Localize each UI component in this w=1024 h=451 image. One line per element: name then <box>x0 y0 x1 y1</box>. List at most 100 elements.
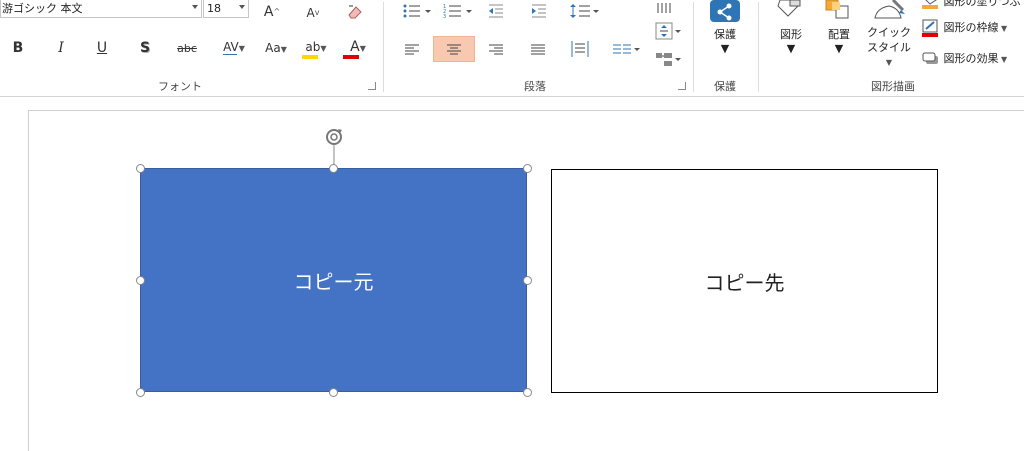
shape-copy-source-text: コピー元 <box>293 269 374 294</box>
font-name-dropdown-icon[interactable] <box>192 5 198 9</box>
protect-dropdown-icon: ▼ <box>720 42 730 55</box>
numbering-icon: 123 <box>443 4 472 20</box>
quick-styles-button[interactable]: クイック スタイル ▼ <box>863 0 915 67</box>
bullets-button[interactable] <box>402 3 432 19</box>
protect-button-label: 保護 <box>714 28 736 41</box>
numbering-button[interactable]: 123 <box>443 3 473 20</box>
svg-text:3: 3 <box>443 14 446 19</box>
grow-font-icon: A <box>263 4 274 20</box>
decrease-indent-icon <box>489 4 503 18</box>
bullets-icon <box>403 4 431 18</box>
line-spacing-button[interactable] <box>570 3 600 19</box>
shape-copy-destination-text: コピー先 <box>704 270 785 295</box>
font-group-label: フォント <box>158 80 202 93</box>
distributed-icon <box>571 41 589 57</box>
ribbon: 游ゴシック 本文 18 A^ Av B I U S abc AV▼ Aa▼ ab… <box>0 0 1024 97</box>
text-direction-icon <box>657 3 671 13</box>
paint-bucket-icon <box>922 0 938 9</box>
group-separator <box>758 2 759 92</box>
shapes-button[interactable]: 図形 ▼ <box>770 0 812 64</box>
shapes-dropdown-icon: ▼ <box>786 42 796 55</box>
highlight-button[interactable]: ab▼ <box>300 38 332 59</box>
arrange-dropdown-icon: ▼ <box>834 42 844 55</box>
font-size-combobox[interactable]: 18 <box>203 0 249 18</box>
justify-icon <box>531 44 545 55</box>
protect-button[interactable]: 保護 ▼ <box>704 0 746 64</box>
font-name-combobox[interactable]: 游ゴシック 本文 <box>0 0 202 18</box>
shape-effects-button[interactable]: 図形の効果 ▼ <box>920 50 1024 68</box>
resize-handle-top[interactable] <box>329 164 338 173</box>
change-case-button[interactable]: Aa▼ <box>262 39 290 59</box>
drawing-group-label: 図形描画 <box>871 80 915 93</box>
underline-button[interactable]: U <box>94 39 110 57</box>
align-center-icon <box>447 44 461 55</box>
columns-icon <box>613 44 640 54</box>
shape-effects-icon <box>922 52 938 64</box>
protect-group-label: 保護 <box>714 80 736 93</box>
strikethrough-button[interactable]: abc <box>175 40 199 58</box>
character-spacing-button[interactable]: AV▼ <box>220 38 248 58</box>
group-separator <box>383 2 384 92</box>
eraser-icon <box>348 5 362 19</box>
line-spacing-icon <box>570 4 599 18</box>
shapes-button-label: 図形 <box>780 28 802 41</box>
quick-styles-label-line2: スタイル ▼ <box>867 41 911 67</box>
arrange-button-label: 配置 <box>828 28 850 41</box>
align-center-button[interactable] <box>447 42 461 56</box>
change-case-icon: Aa <box>265 41 281 55</box>
text-shadow-button[interactable]: S <box>137 39 153 57</box>
highlight-icon: ab <box>305 40 321 54</box>
font-color-icon: A <box>350 39 360 55</box>
font-size-dropdown-icon[interactable] <box>239 5 245 9</box>
bold-button[interactable]: B <box>10 39 26 57</box>
font-color-button[interactable]: A▼ <box>341 38 375 59</box>
clear-formatting-button[interactable] <box>345 3 365 21</box>
italic-button[interactable]: I <box>53 39 69 57</box>
resize-handle-bottom[interactable] <box>329 388 338 397</box>
resize-handle-left[interactable] <box>136 276 145 285</box>
align-left-icon <box>405 44 419 55</box>
smartart-icon <box>656 53 681 66</box>
increase-indent-icon <box>532 4 546 18</box>
arrange-button[interactable]: 配置 ▼ <box>818 0 860 64</box>
shrink-font-button[interactable]: Av <box>304 4 322 22</box>
resize-handle-top-right[interactable] <box>523 164 532 173</box>
underline-icon: U <box>96 40 108 56</box>
protect-share-icon <box>710 0 740 22</box>
paragraph-group-label: 段落 <box>524 80 546 93</box>
font-name-value: 游ゴシック 本文 <box>2 2 83 15</box>
align-right-button[interactable] <box>489 42 503 56</box>
arrange-icon <box>825 0 849 19</box>
justify-button[interactable] <box>531 42 545 56</box>
shape-fill-button[interactable]: 図形の塗りつぶし <box>920 0 1024 9</box>
align-left-button[interactable] <box>405 42 419 56</box>
grow-font-button[interactable]: A^ <box>263 3 281 21</box>
resize-handle-right[interactable] <box>523 276 532 285</box>
shrink-font-icon: A <box>306 6 315 20</box>
quick-styles-label-line1: クイック <box>867 26 911 39</box>
strikethrough-icon: abc <box>177 42 197 55</box>
align-text-button[interactable] <box>655 22 681 40</box>
font-dialog-launcher-icon[interactable] <box>368 82 376 90</box>
shape-copy-source[interactable]: コピー元 <box>140 168 527 392</box>
rotation-handle[interactable] <box>322 126 346 168</box>
smartart-button[interactable] <box>655 50 681 68</box>
font-size-value: 18 <box>207 2 221 15</box>
align-right-icon <box>489 44 503 55</box>
resize-handle-bottom-left[interactable] <box>136 388 145 397</box>
decrease-indent-button[interactable] <box>487 3 505 19</box>
italic-icon: I <box>58 40 64 56</box>
columns-button[interactable] <box>613 42 641 56</box>
increase-indent-button[interactable] <box>530 3 548 19</box>
shape-copy-destination[interactable]: コピー先 <box>551 169 938 393</box>
quick-styles-icon <box>874 0 905 19</box>
resize-handle-top-left[interactable] <box>136 164 145 173</box>
shape-effects-label: 図形の効果 <box>943 52 999 65</box>
align-text-icon <box>655 22 681 40</box>
text-direction-button[interactable] <box>655 0 675 13</box>
distributed-button[interactable] <box>571 40 589 58</box>
paragraph-dialog-launcher-icon[interactable] <box>678 82 686 90</box>
shape-outline-button[interactable]: 図形の枠線 ▼ <box>920 19 1024 37</box>
resize-handle-bottom-right[interactable] <box>523 388 532 397</box>
spacing-icon: AV <box>223 40 239 54</box>
